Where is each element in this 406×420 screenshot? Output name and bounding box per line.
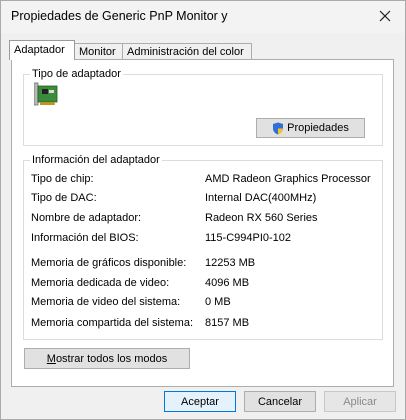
title-bar: Propiedades de Generic PnP Monitor y (1, 1, 405, 33)
list-all-modes-mnemonic: M (46, 353, 56, 365)
available-graphics-memory-label: Memoria de gráficos disponible: (31, 257, 187, 269)
tab-label: Administración del color (127, 46, 244, 58)
dedicated-video-memory-value: 4096 MB (205, 277, 250, 289)
accept-button[interactable]: Aceptar (164, 391, 236, 412)
graphics-card-icon (34, 82, 58, 106)
system-video-memory-label: Memoria de video del sistema: (31, 296, 181, 308)
adapter-type-group-title: Tipo de adaptador (30, 68, 123, 81)
list-all-modes-rest: ostrar todos los modos (55, 353, 168, 365)
apply-button[interactable]: Aplicar (324, 391, 396, 412)
adapter-tab-panel: Tipo de adaptador Propiedades Informació… (11, 59, 394, 387)
adapter-type-group: Tipo de adaptador Propiedades (23, 68, 383, 146)
list-all-modes-label: Mostrar todos los modos (47, 353, 167, 365)
properties-button[interactable]: Propiedades (256, 118, 365, 138)
dac-type-value: Internal DAC(400MHz) (205, 192, 317, 204)
cancel-button[interactable]: Cancelar (244, 391, 316, 412)
tab-adaptador[interactable]: Adaptador (9, 40, 75, 60)
adapter-name-label: Nombre de adaptador: (31, 212, 142, 224)
bios-info-value: 115-C994PI0-102 (205, 232, 292, 244)
dac-type-label: Tipo de DAC: (31, 192, 97, 204)
chip-type-label: Tipo de chip: (31, 173, 94, 185)
properties-button-label: Propiedades (287, 122, 349, 134)
properties-dialog: Propiedades de Generic PnP Monitor y Ada… (0, 0, 406, 420)
tab-label: Adaptador (14, 44, 65, 56)
adapter-info-group-title: Información del adaptador (30, 154, 162, 167)
dedicated-video-memory-label: Memoria dedicada de video: (31, 277, 170, 289)
window-title: Propiedades de Generic PnP Monitor y (11, 9, 228, 23)
close-icon (379, 10, 391, 22)
bios-info-label: Información del BIOS: (31, 232, 139, 244)
shared-system-memory-label: Memoria compartida del sistema: (31, 317, 194, 329)
tab-administracion-color[interactable]: Administración del color (122, 43, 252, 60)
shared-system-memory-value: 8157 MB (205, 317, 250, 329)
shield-icon (273, 122, 284, 134)
system-video-memory-value: 0 MB (205, 296, 231, 308)
accept-button-label: Aceptar (181, 396, 219, 408)
tab-monitor[interactable]: Monitor (74, 43, 124, 60)
list-all-modes-button[interactable]: Mostrar todos los modos (24, 348, 190, 369)
chip-type-value: AMD Radeon Graphics Processor (205, 173, 371, 185)
adapter-info-group: Información del adaptador (23, 154, 383, 340)
apply-button-label: Aplicar (343, 396, 377, 408)
cancel-button-label: Cancelar (257, 396, 303, 408)
adapter-name-value: Radeon RX 560 Series (205, 212, 318, 224)
close-button[interactable] (371, 5, 399, 27)
tab-label: Monitor (79, 46, 116, 58)
available-graphics-memory-value: 12253 MB (205, 257, 256, 269)
